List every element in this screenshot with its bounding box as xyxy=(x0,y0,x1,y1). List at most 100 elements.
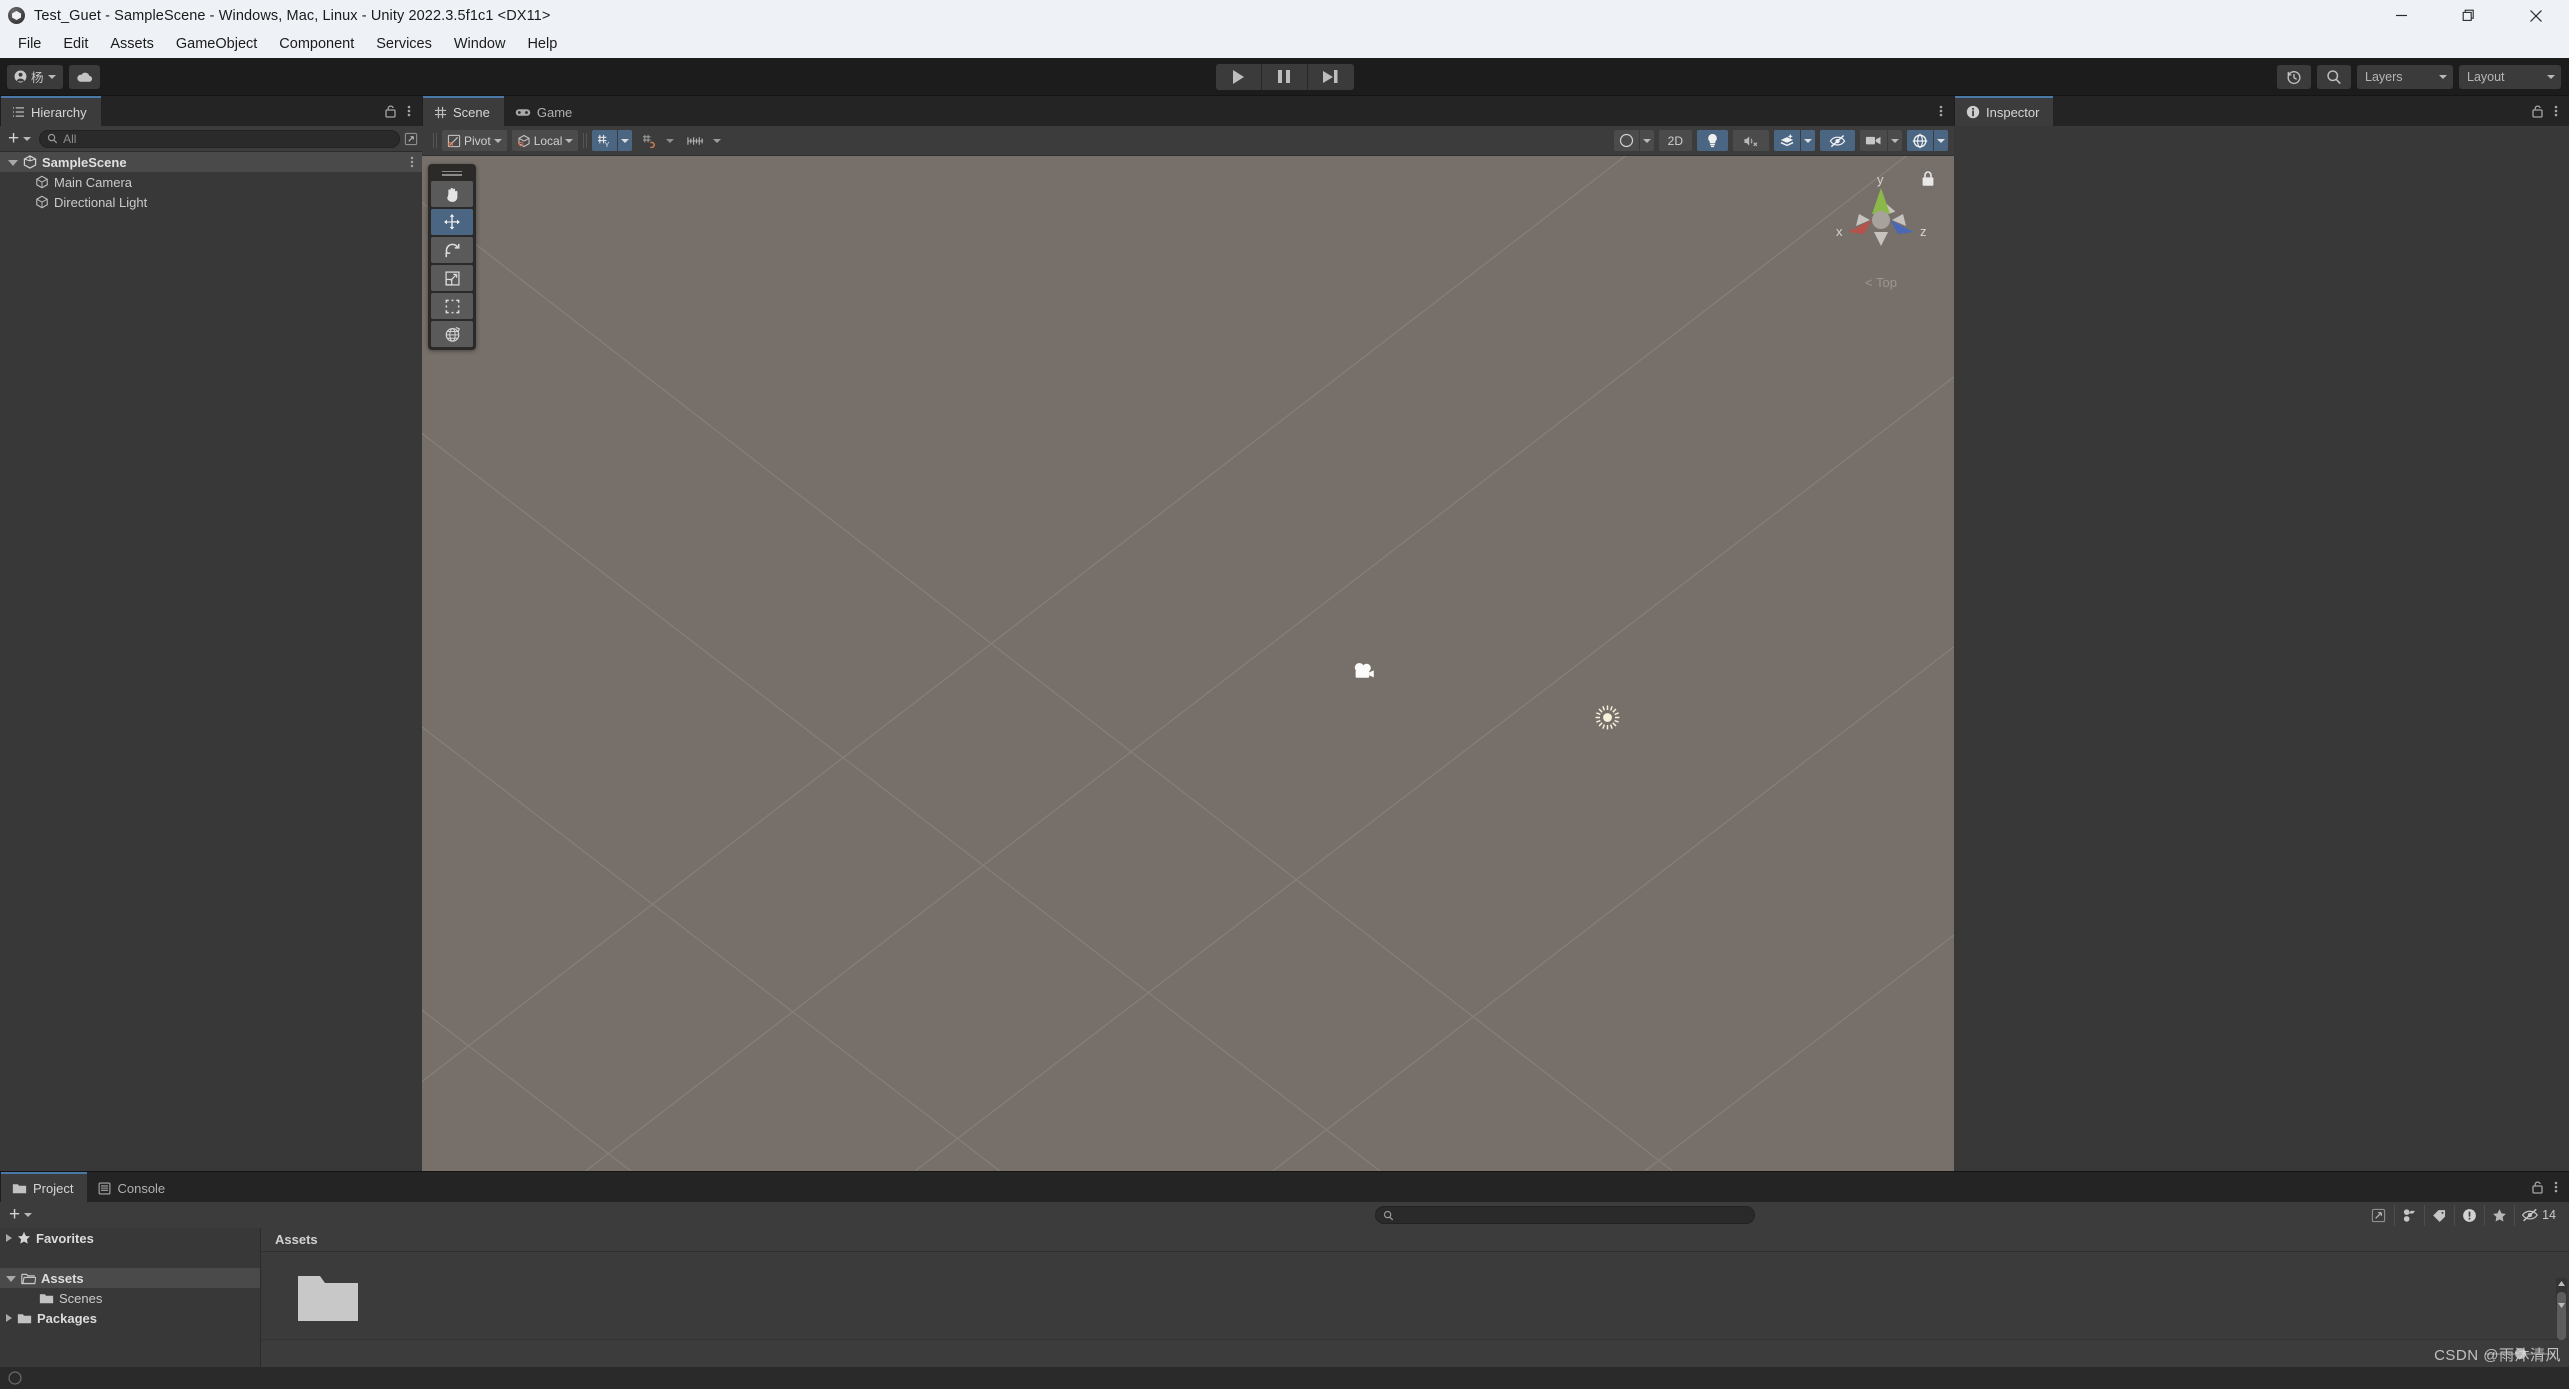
main-camera-gizmo[interactable] xyxy=(1352,661,1378,688)
project-grid-scrollbar[interactable] xyxy=(2556,1278,2567,1311)
gizmos-toggle[interactable] xyxy=(1907,130,1933,151)
undo-history-button[interactable] xyxy=(2277,65,2311,89)
camera-settings-button[interactable] xyxy=(1860,130,1887,151)
hierarchy-item-samplescene[interactable]: SampleScene xyxy=(0,152,422,172)
kebab-menu-icon[interactable] xyxy=(407,104,411,118)
grid-snap-dropdown[interactable] xyxy=(618,130,632,151)
filter-warnings-button[interactable] xyxy=(2454,1205,2484,1226)
lock-open-icon[interactable] xyxy=(2531,1180,2544,1194)
2d-toggle[interactable]: 2D xyxy=(1659,130,1692,151)
menu-edit[interactable]: Edit xyxy=(52,33,99,56)
project-tree-assets[interactable]: Assets xyxy=(0,1268,260,1288)
close-icon[interactable] xyxy=(2502,0,2569,31)
menu-services[interactable]: Services xyxy=(365,33,443,56)
project-asset-grid[interactable] xyxy=(261,1252,2569,1339)
play-button[interactable] xyxy=(1216,64,1262,90)
chevron-right-icon[interactable] xyxy=(6,1234,12,1242)
tab-project[interactable]: Project xyxy=(1,1172,87,1202)
kebab-menu-icon[interactable] xyxy=(2554,104,2558,118)
step-button[interactable] xyxy=(1308,64,1354,90)
kebab-menu-icon[interactable] xyxy=(1939,104,1943,118)
plus-icon: + xyxy=(8,132,19,146)
chevron-down-icon[interactable] xyxy=(6,1276,16,1282)
lock-open-icon[interactable] xyxy=(2531,104,2544,118)
shading-mode-group xyxy=(1614,130,1654,151)
hidden-objects-count[interactable]: 14 xyxy=(2514,1205,2563,1226)
menu-window[interactable]: Window xyxy=(443,33,517,56)
search-button[interactable] xyxy=(2317,65,2351,89)
perspective-lock-icon[interactable] xyxy=(1920,170,1936,188)
scene-lighting-toggle[interactable] xyxy=(1697,130,1728,151)
effects-layers-icon xyxy=(1779,133,1795,148)
scroll-down-arrow[interactable] xyxy=(2556,1300,2567,1311)
hierarchy-search-input[interactable]: All xyxy=(39,130,400,148)
directional-light-gizmo[interactable] xyxy=(1594,704,1621,736)
hierarchy-item-label: Directional Light xyxy=(54,195,147,210)
breadcrumb[interactable]: Assets xyxy=(261,1228,2569,1252)
grid-size-dropdown[interactable] xyxy=(710,130,724,151)
asset-item-folder[interactable] xyxy=(297,1272,359,1322)
camera-settings-dropdown[interactable] xyxy=(1888,130,1902,151)
chevron-right-icon[interactable] xyxy=(6,1314,12,1322)
kebab-menu-icon[interactable] xyxy=(410,156,414,168)
menu-help[interactable]: Help xyxy=(516,33,568,56)
hierarchy-item-main-camera[interactable]: Main Camera xyxy=(0,172,422,192)
tab-inspector[interactable]: Inspector xyxy=(1955,96,2053,126)
expand-search-icon[interactable] xyxy=(2371,1208,2386,1223)
audio-mute-toggle[interactable] xyxy=(1733,130,1769,151)
restore-icon[interactable] xyxy=(2435,0,2502,31)
shading-mode-button[interactable] xyxy=(1614,130,1639,151)
menu-gameobject[interactable]: GameObject xyxy=(165,33,268,56)
cloud-services-button[interactable] xyxy=(69,65,100,89)
snap-increment-toggle[interactable] xyxy=(637,130,662,151)
scale-tool[interactable] xyxy=(431,265,473,291)
move-tool[interactable] xyxy=(431,209,473,235)
project-search-input[interactable] xyxy=(1375,1206,1755,1224)
tab-game[interactable]: Game xyxy=(504,96,586,126)
rotate-tool[interactable] xyxy=(431,237,473,263)
account-dropdown[interactable]: 杨 xyxy=(7,65,63,89)
project-tree-favorites[interactable]: Favorites xyxy=(0,1228,260,1248)
project-add-button[interactable]: + xyxy=(5,1208,36,1222)
local-dropdown[interactable]: Local xyxy=(512,130,579,151)
view-tool[interactable] xyxy=(431,181,473,207)
snap-increment-dropdown[interactable] xyxy=(663,130,677,151)
fx-dropdown[interactable] xyxy=(1801,130,1815,151)
hierarchy-item-directional-light[interactable]: Directional Light xyxy=(0,192,422,212)
chevron-down-icon[interactable] xyxy=(8,160,18,166)
layers-dropdown[interactable]: Layers xyxy=(2357,65,2453,89)
gizmos-dropdown[interactable] xyxy=(1934,130,1948,151)
project-tree-label: Scenes xyxy=(59,1291,102,1306)
kebab-menu-icon[interactable] xyxy=(2554,1180,2558,1194)
tab-console[interactable]: Console xyxy=(87,1172,179,1202)
menu-file[interactable]: File xyxy=(7,33,52,56)
menu-component[interactable]: Component xyxy=(268,33,365,56)
hierarchy-add-button[interactable]: + xyxy=(4,132,35,146)
palette-drag-handle[interactable] xyxy=(431,167,473,179)
fx-toggle[interactable] xyxy=(1774,130,1800,151)
layout-dropdown[interactable]: Layout xyxy=(2459,65,2561,89)
scene-visibility-toggle[interactable] xyxy=(1820,130,1855,151)
lock-open-icon[interactable] xyxy=(384,104,397,118)
grid-snap-toggle[interactable]: Y xyxy=(592,130,617,151)
tab-scene[interactable]: Scene xyxy=(423,96,504,126)
transform-tool[interactable] xyxy=(431,321,473,347)
filter-by-type-button[interactable] xyxy=(2394,1205,2424,1226)
scene-orientation-gizmo[interactable]: y x z < Top xyxy=(1826,170,1936,290)
pivot-dropdown[interactable]: Pivot xyxy=(442,130,507,151)
project-tree-packages[interactable]: Packages xyxy=(0,1308,260,1328)
tab-hierarchy[interactable]: Hierarchy xyxy=(1,96,101,126)
pause-button[interactable] xyxy=(1262,64,1308,90)
window-controls xyxy=(2368,0,2569,31)
console-lines-icon xyxy=(98,1182,111,1195)
shading-mode-dropdown[interactable] xyxy=(1640,130,1654,151)
filter-favorites-button[interactable] xyxy=(2484,1205,2514,1226)
project-tree-scenes[interactable]: Scenes xyxy=(0,1288,260,1308)
expand-search-icon[interactable] xyxy=(404,132,418,146)
menu-assets[interactable]: Assets xyxy=(99,33,165,56)
rect-tool[interactable] xyxy=(431,293,473,319)
scroll-up-arrow[interactable] xyxy=(2556,1278,2567,1289)
grid-size-button[interactable] xyxy=(682,130,709,151)
minimize-icon[interactable] xyxy=(2368,0,2435,31)
filter-by-label-button[interactable] xyxy=(2424,1205,2454,1226)
